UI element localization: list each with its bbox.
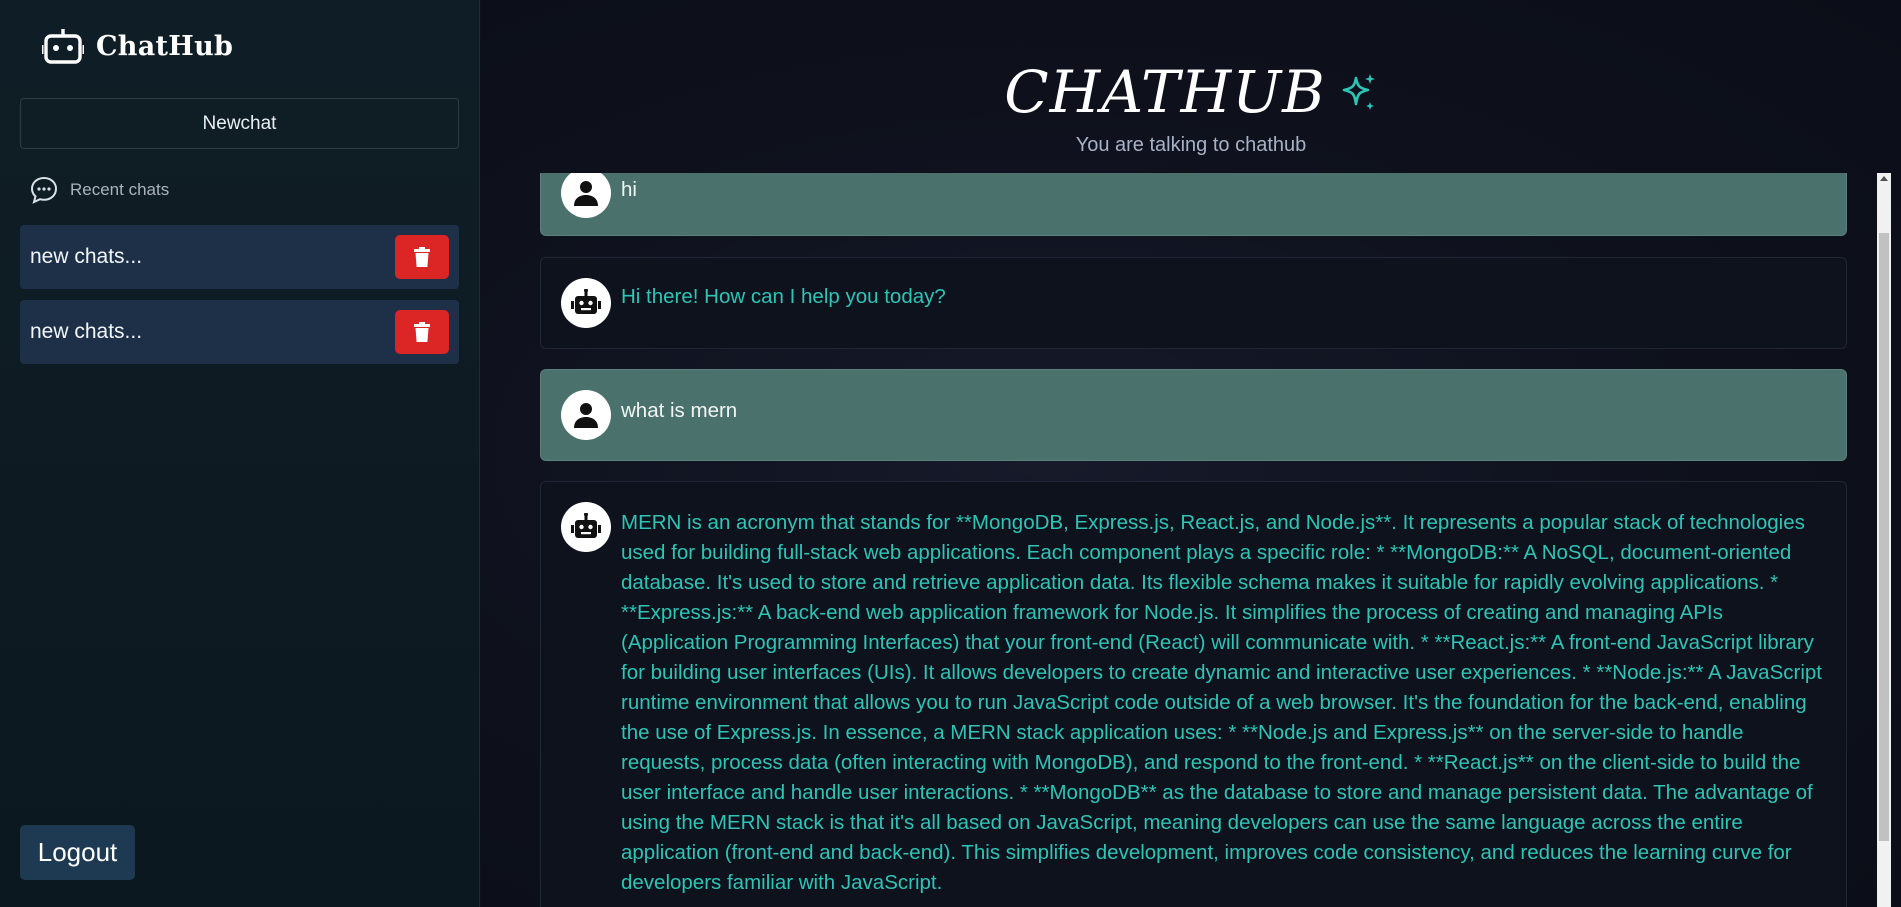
chat-item-label: new chats... [30,320,143,343]
sparkle-icon [1342,74,1375,110]
new-chat-button[interactable]: Newchat [20,98,459,149]
message-text: MERN is an acronym that stands for **Mon… [621,511,1822,894]
message-text: hi [621,178,637,201]
trash-icon [414,322,430,342]
scroll-thumb[interactable] [1879,233,1889,841]
recent-chats-header: Recent chats [30,176,169,204]
user-message: hi [540,173,1847,236]
scroll-up-arrow[interactable] [1880,176,1888,181]
sidebar-chat-item[interactable]: new chats... [20,225,459,289]
bot-message: Hi there! How can I help you today? [540,257,1847,349]
message-text: Hi there! How can I help you today? [621,285,946,308]
chat-main: CHATHUB You are talking to chathub hi Hi… [481,0,1901,907]
scrollbar[interactable] [1877,173,1891,907]
sidebar: ChatHub Newchat Recent chats new chats..… [0,0,480,907]
page-title: CHATHUB [1004,58,1377,126]
message-list[interactable]: hi Hi there! How can I help you today? w… [540,173,1847,907]
bot-avatar [561,278,611,328]
chat-bubble-icon [30,176,58,204]
bot-avatar [561,502,611,552]
trash-icon [414,247,430,267]
title-text: CHATHUB [1004,58,1326,126]
robot-icon [42,29,84,64]
brand[interactable]: ChatHub [42,27,233,65]
title-wrap: CHATHUB [481,58,1901,126]
user-avatar [561,390,611,440]
sidebar-chat-item[interactable]: new chats... [20,300,459,364]
chat-item-label: new chats... [30,245,143,268]
user-icon [574,403,598,428]
brand-name: ChatHub [96,30,234,62]
robot-icon [571,513,601,538]
bot-message: MERN is an acronym that stands for **Mon… [540,481,1847,907]
subtitle: You are talking to chathub [1075,134,1307,156]
user-avatar [561,173,611,218]
user-icon [574,181,598,206]
robot-icon [571,289,601,314]
message-text: what is mern [621,399,738,422]
recent-chats-label: Recent chats [70,180,170,199]
delete-chat-button[interactable] [395,235,449,279]
logout-button[interactable]: Logout [20,825,135,880]
user-message: what is mern [540,369,1847,461]
delete-chat-button[interactable] [395,310,449,354]
